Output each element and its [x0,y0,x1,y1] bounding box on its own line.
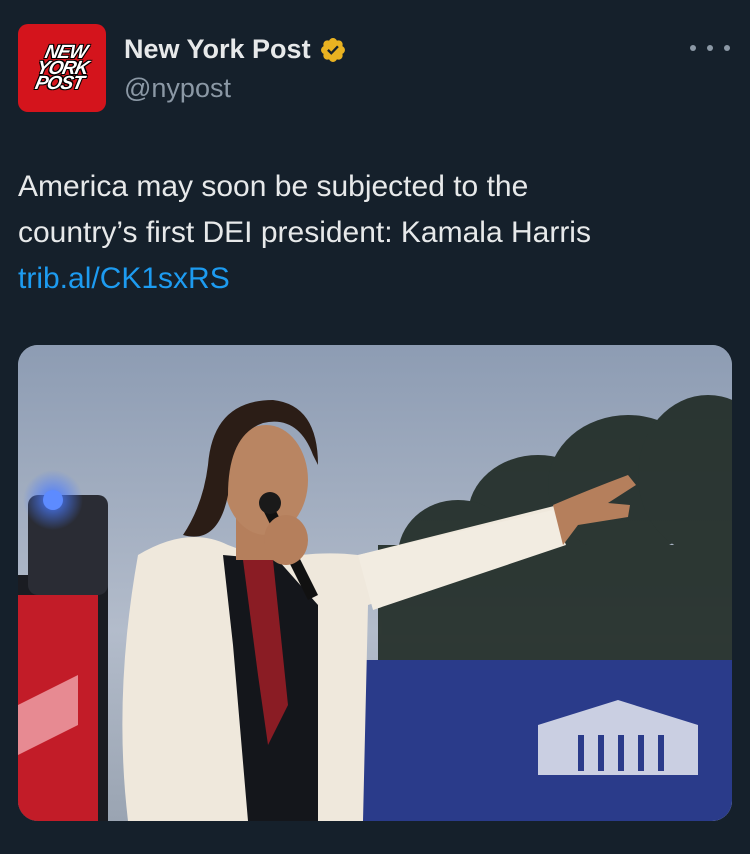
avatar[interactable]: NEW YORK POST [18,24,106,112]
more-dot [724,45,730,51]
more-options-button[interactable] [690,36,730,60]
account-info: New York Post @nypost [124,34,347,104]
tweet-text-line-1: America may soon be subjected to the [18,170,529,203]
tweet-text: America may soon be subjected to the cou… [18,164,730,302]
more-dot [707,45,713,51]
display-name-row: New York Post [124,34,347,65]
tweet-photo[interactable] [18,345,732,821]
logo-line-3: POST [32,72,85,94]
tweet-link[interactable]: trib.al/CK1sxRS [18,256,730,302]
new-york-post-logo: NEW YORK POST [32,42,93,94]
tweet-card[interactable]: NEW YORK POST New York Post @nypost Amer… [0,0,750,854]
display-name[interactable]: New York Post [124,34,311,65]
verified-badge-icon[interactable] [319,36,347,64]
more-horizontal-icon [690,45,696,51]
tweet-text-line-2: country’s first DEI president: Kamala Ha… [18,216,591,249]
photo-of-speaker-at-outdoor-rally [18,345,732,821]
handle[interactable]: @nypost [124,73,347,104]
